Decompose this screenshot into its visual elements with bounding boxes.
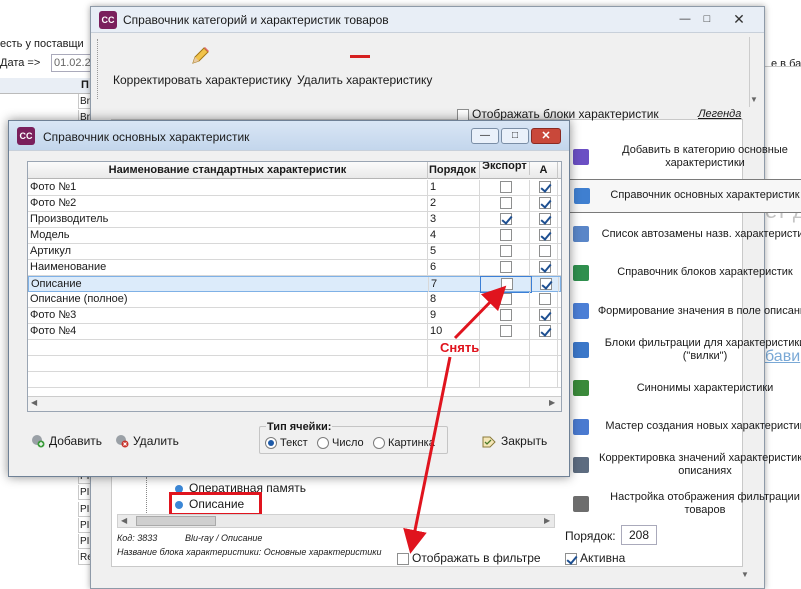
annotation-label: Снять bbox=[440, 340, 480, 355]
annotation-arrow-down bbox=[403, 356, 452, 554]
annotation-overlay bbox=[403, 285, 507, 554]
annotation-arrow-up bbox=[453, 285, 507, 340]
